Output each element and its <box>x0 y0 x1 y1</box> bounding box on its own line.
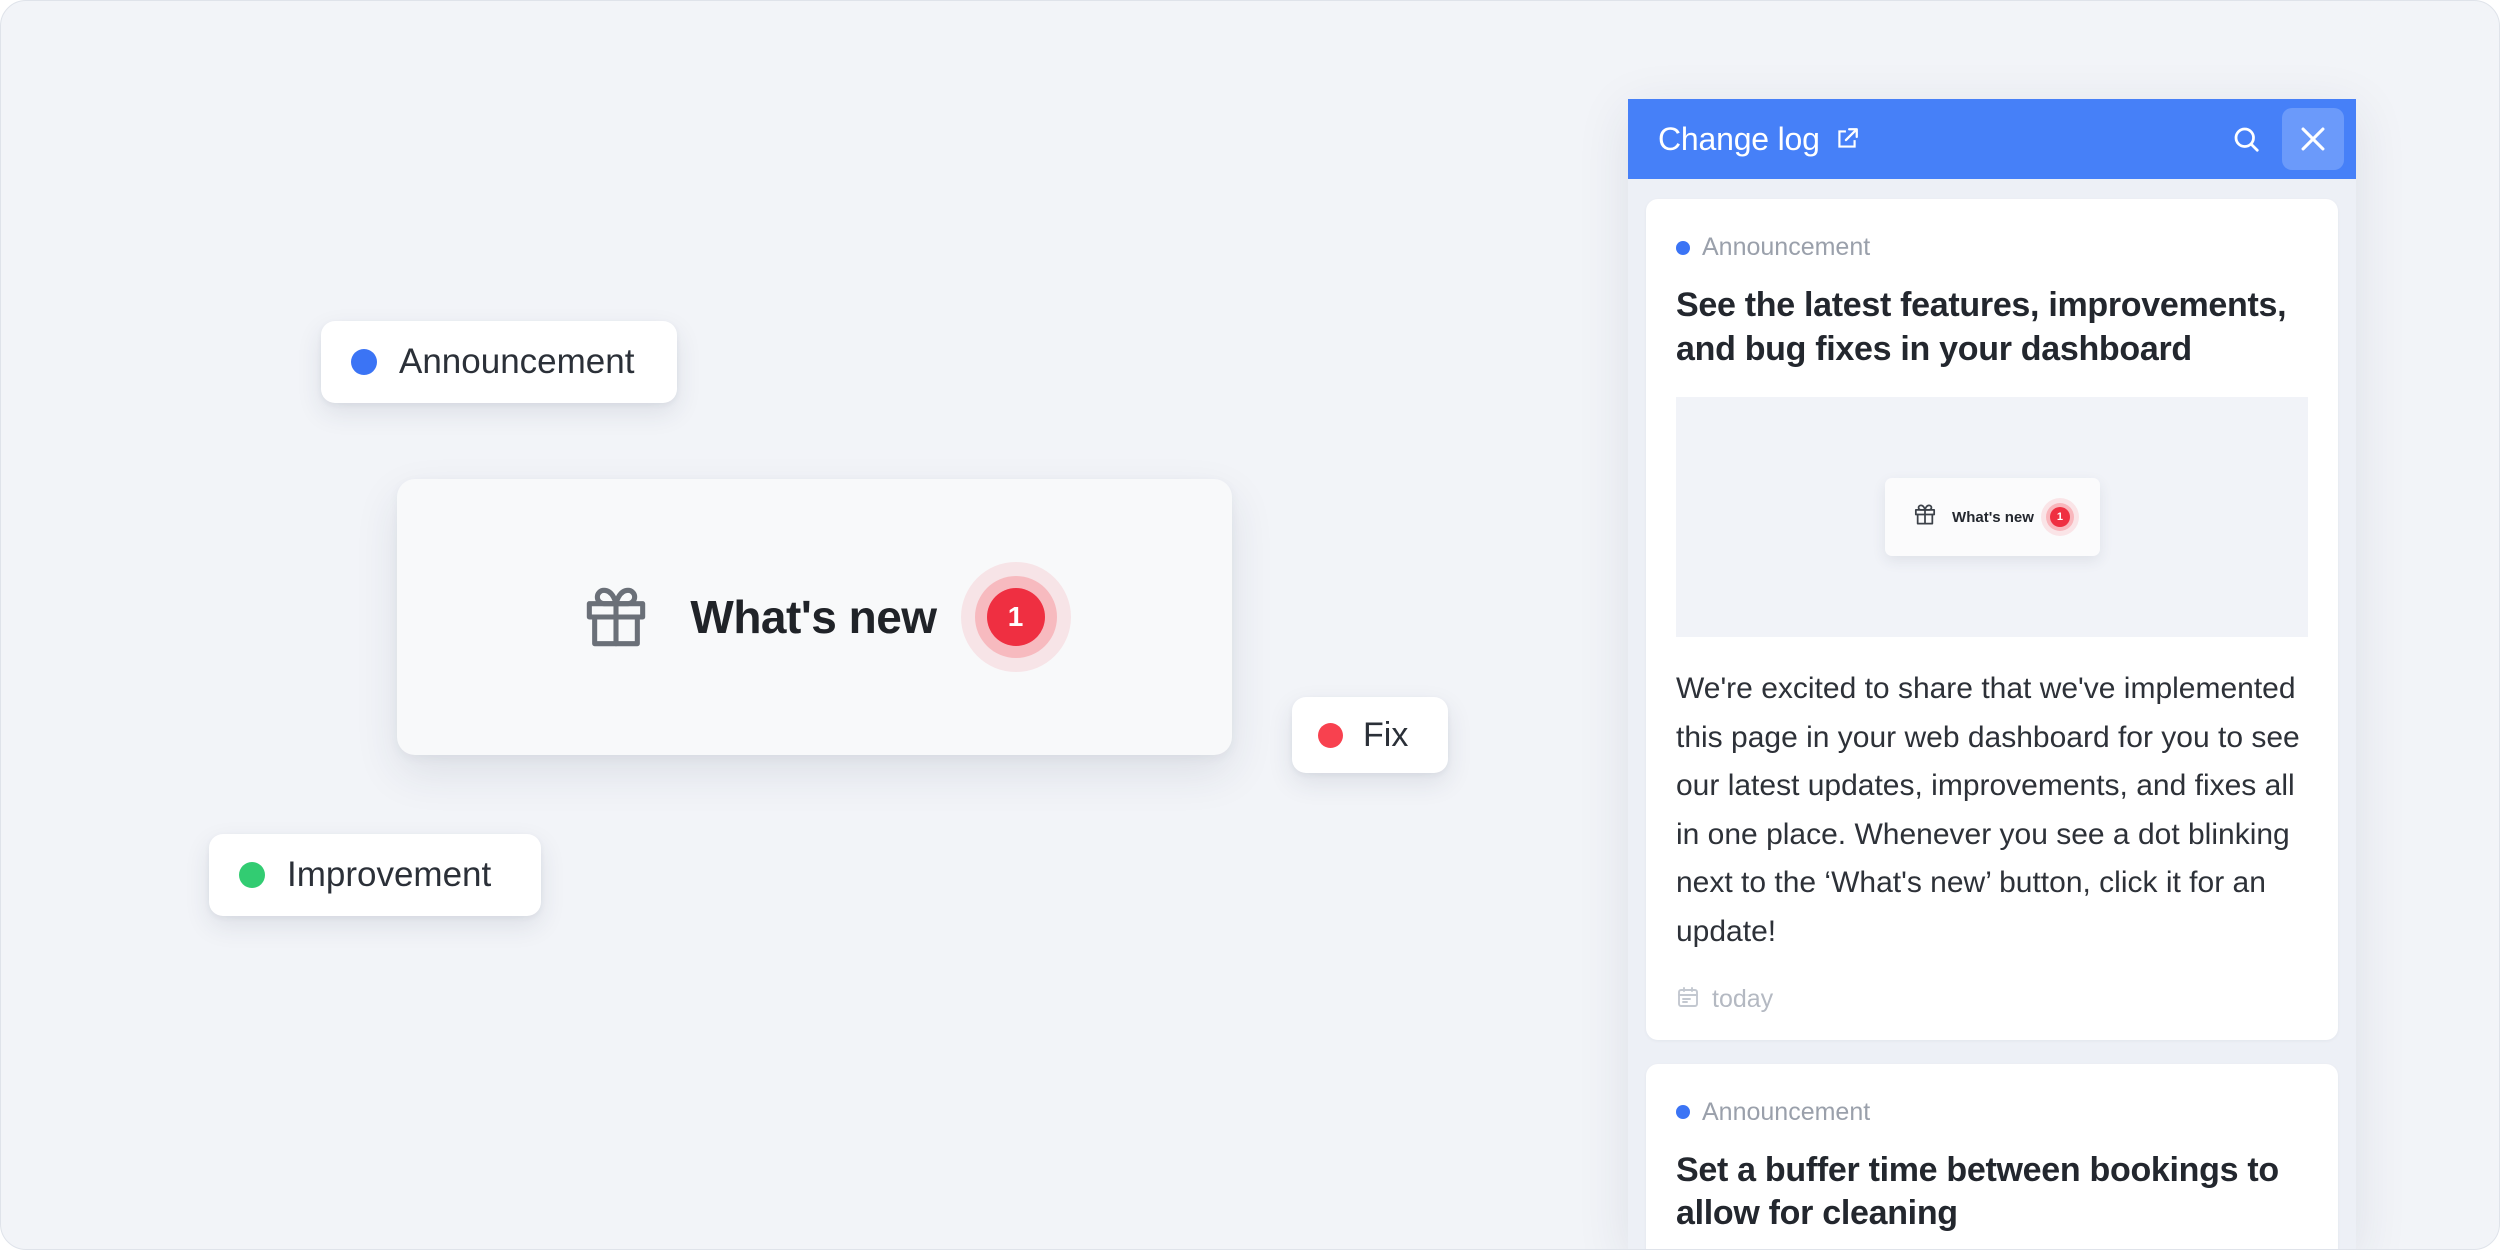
chip-improvement[interactable]: Improvement <box>209 834 541 916</box>
panel-entry-list[interactable]: Announcement See the latest features, im… <box>1628 179 2356 1249</box>
gift-icon <box>584 584 648 650</box>
entry-date-text: today <box>1712 984 1774 1013</box>
whats-new-label: What's new <box>1952 508 2034 526</box>
dot-icon <box>1318 722 1343 748</box>
dot-icon <box>239 862 265 888</box>
close-icon[interactable] <box>2282 108 2344 170</box>
entry-title: Set a buffer time between bookings to al… <box>1676 1150 2279 1233</box>
badge-count: 1 <box>986 588 1045 646</box>
notification-badge: 1 <box>2040 498 2079 537</box>
app-canvas: Announcement Improvement Fix What's new <box>0 0 2500 1250</box>
changelog-panel: Change log Announcement See the latest f… <box>1628 99 2356 1249</box>
search-icon[interactable] <box>2218 111 2274 167</box>
panel-title: Change log <box>1658 120 1820 157</box>
chip-label: Fix <box>1363 715 1409 754</box>
chip-label: Improvement <box>287 855 492 894</box>
panel-header: Change log <box>1628 99 2356 179</box>
chip-fix[interactable]: Fix <box>1292 697 1448 773</box>
entry-media: What's new 1 <box>1676 397 2308 638</box>
changelog-entry[interactable]: Announcement See the latest features, im… <box>1646 199 2338 1040</box>
entry-tag-label: Announcement <box>1702 233 1871 261</box>
entry-tag: Announcement <box>1676 1098 2308 1127</box>
whats-new-button[interactable]: What's new 1 <box>397 479 1232 755</box>
entry-body: We're excited to share that we've implem… <box>1676 672 2300 948</box>
entry-date: today <box>1676 985 2308 1014</box>
entry-tag: Announcement <box>1676 233 2308 262</box>
whats-new-content: What's new 1 <box>584 562 1071 672</box>
chip-announcement[interactable]: Announcement <box>321 321 677 403</box>
chip-label: Announcement <box>399 342 635 381</box>
dot-icon <box>1676 240 1690 255</box>
whats-new-label: What's new <box>690 591 937 643</box>
notification-badge: 1 <box>960 562 1071 672</box>
external-link-icon[interactable] <box>1834 126 1860 152</box>
changelog-entry[interactable]: Announcement Set a buffer time between b… <box>1646 1063 2338 1249</box>
dot-icon <box>1676 1105 1690 1120</box>
dot-icon <box>351 349 377 375</box>
whats-new-preview: What's new 1 <box>1884 478 2100 557</box>
entry-tag-label: Announcement <box>1702 1097 1871 1126</box>
badge-count: 1 <box>2049 507 2070 528</box>
calendar-icon <box>1676 985 1700 1014</box>
gift-icon <box>1914 503 1936 531</box>
entry-title: See the latest features, improvements, a… <box>1676 286 2287 368</box>
